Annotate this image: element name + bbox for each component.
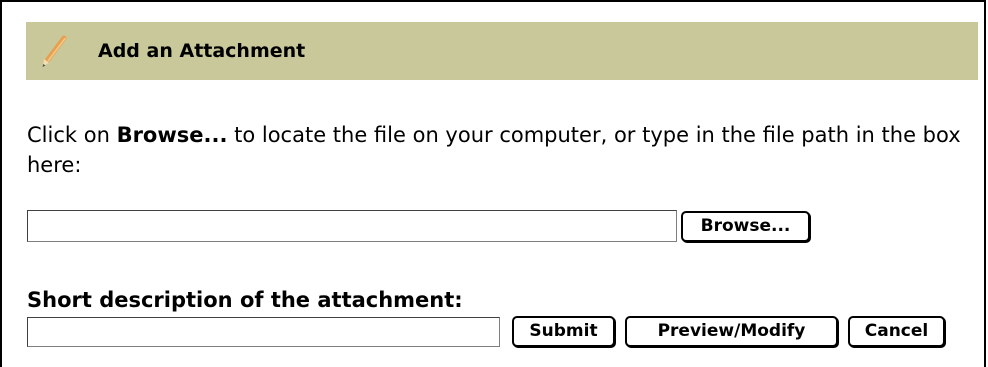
file-path-input[interactable] bbox=[27, 210, 677, 242]
panel-header: Add an Attachment bbox=[26, 22, 978, 80]
browse-button[interactable]: Browse... bbox=[681, 211, 810, 242]
preview-modify-button[interactable]: Preview/Modify bbox=[625, 316, 838, 347]
description-input[interactable] bbox=[27, 317, 500, 347]
instructions-browse-emphasis: Browse... bbox=[116, 123, 228, 147]
attachment-panel: Add an Attachment Click on Browse... to … bbox=[0, 0, 986, 367]
header-title: Add an Attachment bbox=[98, 40, 306, 62]
description-label: Short description of the attachment: bbox=[27, 288, 463, 312]
pencil-icon bbox=[42, 35, 67, 67]
instructions-prefix: Click on bbox=[27, 123, 117, 147]
instructions-text: Click on Browse... to locate the file on… bbox=[27, 120, 977, 180]
cancel-button[interactable]: Cancel bbox=[848, 316, 945, 347]
submit-button[interactable]: Submit bbox=[512, 316, 615, 347]
